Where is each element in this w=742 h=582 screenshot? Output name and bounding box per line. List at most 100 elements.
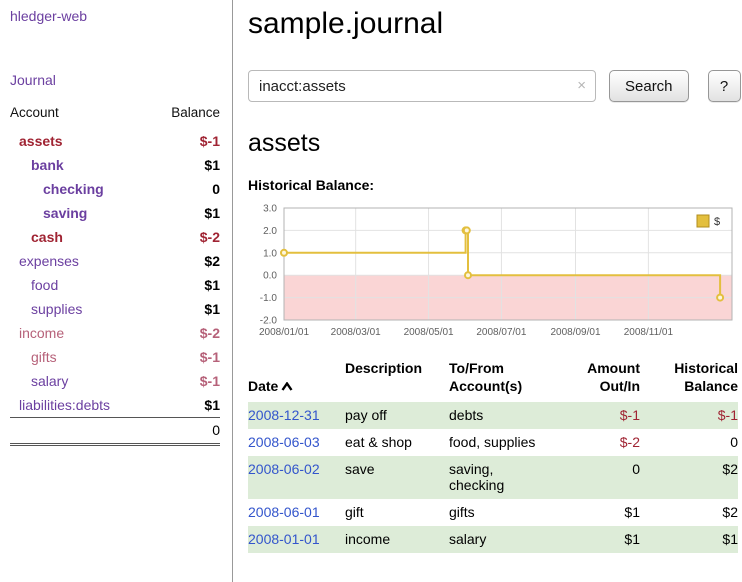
account-link[interactable]: salary [31, 373, 68, 390]
account-row: expenses $2 [10, 249, 220, 273]
account-row: saving $1 [10, 201, 220, 225]
account-link[interactable]: checking [43, 181, 104, 198]
date-header-label: Date [248, 378, 278, 394]
account-link[interactable]: food [31, 277, 58, 294]
account-balance: $1 [151, 153, 220, 177]
register-header-balance: Historical Balance [640, 357, 738, 402]
transaction-date-link[interactable]: 2008-06-02 [248, 461, 320, 477]
sort-ascending-icon [281, 382, 293, 391]
register-header-amount: Amount Out/In [567, 357, 640, 402]
account-balance: $-1 [151, 369, 220, 393]
search-box: × [248, 70, 596, 102]
help-button[interactable]: ? [708, 70, 741, 102]
clear-search-icon[interactable]: × [577, 77, 586, 94]
transaction-date-link[interactable]: 2008-01-01 [248, 531, 320, 547]
register-header-accounts: To/From Account(s) [449, 357, 567, 402]
account-link[interactable]: bank [31, 157, 64, 174]
svg-text:0.0: 0.0 [263, 271, 277, 282]
transaction-balance: $1 [640, 526, 738, 553]
transaction-accounts: saving, checking [449, 456, 567, 499]
account-row: bank $1 [10, 153, 220, 177]
account-balance: 0 [151, 177, 220, 201]
account-row: liabilities:debts $1 [10, 393, 220, 418]
account-row: checking 0 [10, 177, 220, 201]
svg-text:2008/05/01: 2008/05/01 [404, 327, 454, 338]
transaction-accounts: gifts [449, 499, 567, 526]
register-table-body: 2008-12-31pay offdebts$-1$-12008-06-03ea… [248, 402, 738, 553]
app-title-link[interactable]: hledger-web [10, 8, 87, 24]
svg-text:1.0: 1.0 [263, 248, 277, 259]
transaction-accounts: food, supplies [449, 429, 567, 456]
account-balance: $1 [151, 393, 220, 418]
svg-text:2008/11/01: 2008/11/01 [624, 327, 674, 338]
account-balance: $-2 [151, 321, 220, 345]
sidebar: hledger-web Journal Account Balance asse… [0, 0, 233, 582]
transaction-accounts: debts [449, 402, 567, 429]
register-row: 2008-12-31pay offdebts$-1$-1 [248, 402, 738, 429]
account-link[interactable]: income [19, 325, 64, 342]
account-balance: $2 [151, 249, 220, 273]
transaction-description: income [345, 526, 449, 553]
svg-text:2008/09/01: 2008/09/01 [550, 327, 600, 338]
transaction-description: eat & shop [345, 429, 449, 456]
register-header-date[interactable]: Date [248, 357, 345, 402]
transaction-balance: $2 [640, 499, 738, 526]
register-row: 2008-06-03 eat & shopfood, supplies$-20 [248, 429, 738, 456]
search-form: × Search ? [248, 70, 741, 102]
account-balance: $1 [151, 273, 220, 297]
account-row: supplies$1 [10, 297, 220, 321]
transaction-amount: $1 [567, 499, 640, 526]
accounts-total: 0 [151, 418, 220, 445]
sidebar-item-journal[interactable]: Journal [10, 72, 56, 88]
account-link[interactable]: gifts [31, 349, 57, 366]
account-row: assets $-1 [10, 129, 220, 153]
chart-title: Historical Balance: [248, 177, 741, 194]
accounts-header-balance: Balance [151, 103, 220, 129]
svg-text:2008/01/01: 2008/01/01 [259, 327, 309, 338]
account-link[interactable]: supplies [31, 301, 82, 318]
account-link[interactable]: assets [19, 133, 63, 150]
account-row: food $1 [10, 273, 220, 297]
account-link[interactable]: cash [31, 229, 63, 246]
transaction-description: gift [345, 499, 449, 526]
transaction-date-link[interactable]: 2008-06-01 [248, 504, 320, 520]
account-balance: $-1 [151, 129, 220, 153]
search-button[interactable]: Search [609, 70, 689, 102]
accounts-table-body: assets$-1bank$1checking0saving$1cash$-2e… [10, 129, 220, 418]
accounts-header-row: Account Balance [10, 103, 220, 129]
transaction-balance: $2 [640, 456, 738, 499]
main-content: sample.journal × Search ? assets Histori… [233, 0, 742, 582]
account-balance: $1 [151, 201, 220, 225]
svg-text:$: $ [714, 216, 720, 228]
transaction-amount: 0 [567, 456, 640, 499]
account-row: gifts$-1 [10, 345, 220, 369]
account-row: salary $-1 [10, 369, 220, 393]
accounts-table: Account Balance assets $-1 bank $1 checking 0… [10, 103, 220, 446]
transaction-balance: 0 [640, 429, 738, 456]
svg-text:-1.0: -1.0 [260, 293, 278, 304]
transaction-date-link[interactable]: 2008-06-03 [248, 434, 320, 450]
accounts-total-row: 0 [10, 418, 220, 445]
transaction-balance: $-1 [640, 402, 738, 429]
transaction-amount: $-2 [567, 429, 640, 456]
accounts-header-account: Account [10, 103, 151, 129]
account-link[interactable]: saving [43, 205, 87, 222]
account-link[interactable]: expenses [19, 253, 79, 270]
account-row: cash $-2 [10, 225, 220, 249]
search-input[interactable] [248, 70, 596, 102]
account-balance: $-2 [151, 225, 220, 249]
transaction-date-link[interactable]: 2008-12-31 [248, 407, 320, 423]
register-row: 2008-01-01incomesalary$1$1 [248, 526, 738, 553]
register-row: 2008-06-02 savesaving, checking0$2 [248, 456, 738, 499]
historical-balance-chart: $3.02.01.00.0-1.0-2.02008/01/012008/03/0… [248, 202, 738, 342]
svg-text:3.0: 3.0 [263, 204, 277, 215]
transaction-description: save [345, 456, 449, 499]
account-heading: assets [248, 128, 741, 159]
svg-text:2008/03/01: 2008/03/01 [331, 327, 381, 338]
transaction-description: pay off [345, 402, 449, 429]
svg-text:2008/07/01: 2008/07/01 [476, 327, 526, 338]
account-link[interactable]: liabilities:debts [19, 397, 110, 414]
page-title: sample.journal [248, 6, 741, 42]
svg-text:2.0: 2.0 [263, 226, 277, 237]
register-row: 2008-06-01 giftgifts$1$2 [248, 499, 738, 526]
